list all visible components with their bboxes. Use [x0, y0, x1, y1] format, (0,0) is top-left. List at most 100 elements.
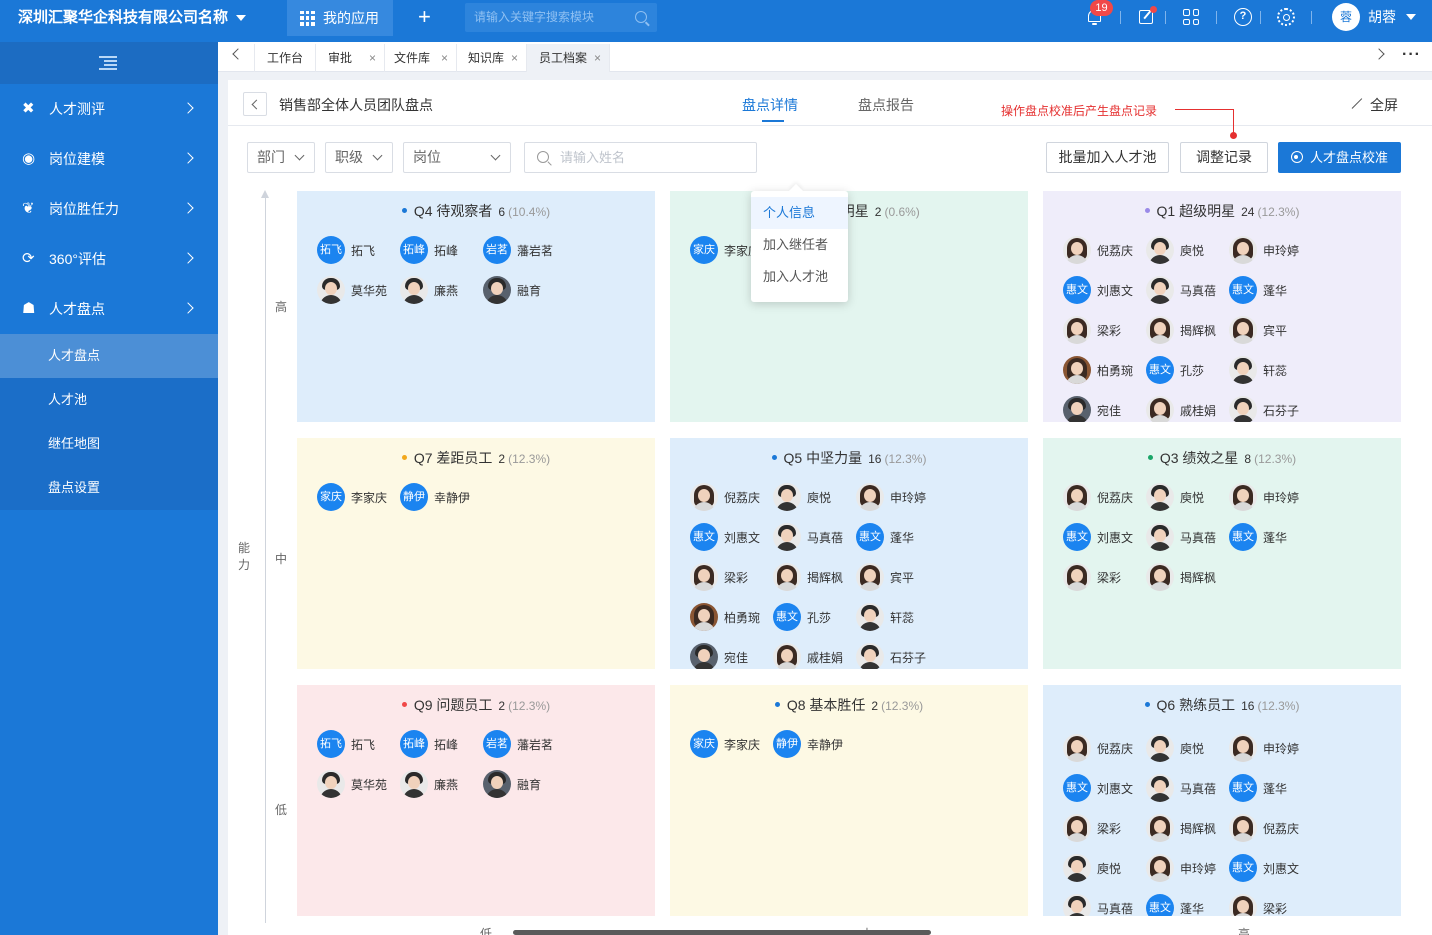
person-card[interactable]: 戚桂娟 [1146, 396, 1229, 422]
person-card[interactable]: 庾悦 [1146, 734, 1229, 762]
person-card[interactable]: 拓峰 拓峰 [400, 730, 483, 758]
tab-review-report[interactable]: 盘点报告 [858, 95, 914, 115]
horizontal-scrollbar[interactable] [513, 930, 931, 935]
person-card[interactable]: 廉燕 [400, 276, 483, 304]
person-card[interactable]: 申玲婷 [1229, 236, 1312, 264]
person-card[interactable]: 惠文 刘惠文 [690, 523, 773, 551]
tab-employee-files[interactable]: 员工档案 × [526, 44, 610, 72]
person-card[interactable]: 梁彩 [690, 563, 773, 591]
sidebar-toggle[interactable] [0, 42, 218, 84]
person-card[interactable]: 庾悦 [1146, 236, 1229, 264]
close-icon[interactable]: × [594, 44, 601, 72]
sidebar-subitem-review-settings[interactable]: 盘点设置 [0, 466, 218, 510]
person-card[interactable]: 马真蓓 [1146, 523, 1229, 551]
person-card[interactable]: 静伊幸静伊 [400, 483, 483, 511]
close-icon[interactable]: × [511, 44, 518, 72]
person-card[interactable]: 家庆 李家庆 [690, 730, 773, 758]
person-card[interactable]: 惠文 刘惠文 [1063, 774, 1146, 802]
person-card[interactable]: 庾悦 [1146, 483, 1229, 511]
person-card[interactable]: 轩蕊 [1229, 356, 1312, 384]
sidebar-subitem-succession-map[interactable]: 继任地图 [0, 422, 218, 466]
person-card[interactable]: 马真蓓 [1146, 276, 1229, 304]
tab-files[interactable]: 文件库 × [384, 44, 456, 72]
person-card[interactable]: 柏勇琬 [1063, 356, 1146, 384]
add-icon[interactable]: + [418, 5, 431, 29]
person-card[interactable]: 惠文 蓬华 [1146, 894, 1229, 916]
chevron-right-icon[interactable] [1373, 48, 1385, 60]
person-card[interactable]: 揭辉枫 [1146, 814, 1229, 842]
person-card[interactable]: 申玲婷 [856, 483, 939, 511]
apps-icon[interactable] [1182, 8, 1200, 26]
person-card[interactable]: 宛佳 [1063, 396, 1146, 422]
person-card[interactable]: 惠文 蓬华 [1229, 276, 1312, 304]
person-card[interactable]: 倪荔庆 [1063, 236, 1146, 264]
menu-item-personal-info[interactable]: 个人信息 [751, 197, 848, 229]
person-card[interactable]: 柏勇琬 [690, 603, 773, 631]
person-card[interactable]: 揭辉枫 [1146, 563, 1229, 591]
person-card[interactable]: 倪荔庆 [690, 483, 773, 511]
name-search-input[interactable]: 请输入姓名 [524, 142, 757, 173]
sidebar-subitem-talent-review[interactable]: 人才盘点 [0, 334, 218, 378]
person-card[interactable]: 倪荔庆 [1063, 734, 1146, 762]
avatar[interactable]: 蓉 [1332, 3, 1360, 31]
person-card[interactable]: 惠文 孔莎 [1146, 356, 1229, 384]
person-card[interactable]: 申玲婷 [1229, 734, 1312, 762]
person-card[interactable]: 拓飞 拓飞 [317, 236, 400, 264]
person-card[interactable]: 家庆 李家庆 [317, 483, 400, 511]
sidebar-item-360[interactable]: ⟳ 360°评估 [0, 234, 218, 284]
user-name[interactable]: 胡蓉 [1368, 0, 1396, 34]
person-card[interactable]: 马真蓓 [773, 523, 856, 551]
person-card[interactable]: 石芬子 [1229, 396, 1312, 422]
person-card[interactable]: 梁彩 [1063, 814, 1146, 842]
person-card[interactable]: 宾平 [1229, 316, 1312, 344]
person-card[interactable]: 申玲婷 [1229, 483, 1312, 511]
position-select[interactable]: 岗位 [403, 142, 511, 173]
person-card[interactable]: 惠文 刘惠文 [1229, 854, 1312, 882]
back-button[interactable] [243, 92, 267, 116]
person-card[interactable]: 融育 [483, 770, 566, 798]
sidebar-item-competency[interactable]: ❦ 岗位胜任力 [0, 184, 218, 234]
menu-item-add-talent-pool[interactable]: 加入人才池 [751, 261, 848, 293]
level-select[interactable]: 职级 [325, 142, 393, 173]
person-card[interactable]: 轩蕊 [856, 603, 939, 631]
person-card[interactable]: 惠文 刘惠文 [1063, 523, 1146, 551]
person-card[interactable]: 廉燕 [400, 770, 483, 798]
person-card[interactable]: 莫华苑 [317, 770, 400, 798]
person-card[interactable]: 戚桂娟 [773, 643, 856, 669]
person-card[interactable]: 揭辉枫 [773, 563, 856, 591]
sidebar-item-assessment[interactable]: ✖ 人才测评 [0, 84, 218, 134]
my-apps-button[interactable]: 我的应用 [287, 0, 393, 36]
person-card[interactable]: 惠文 蓬华 [1229, 523, 1312, 551]
company-switcher[interactable]: 深圳汇聚华企科技有限公司名称 [18, 0, 247, 36]
person-card[interactable]: 倪荔庆 [1063, 483, 1146, 511]
adjust-record-button[interactable]: 调整记录 [1180, 142, 1268, 173]
person-card[interactable]: 马真蓓 [1146, 774, 1229, 802]
gear-icon[interactable] [1277, 8, 1295, 26]
edit-icon[interactable] [1138, 6, 1157, 26]
person-card[interactable]: 岩茗 藩岩茗 [483, 730, 566, 758]
person-card[interactable]: 申玲婷 [1146, 854, 1229, 882]
close-icon[interactable]: × [369, 44, 376, 72]
chevron-left-icon[interactable] [232, 48, 244, 60]
batch-add-pool-button[interactable]: 批量加入人才池 [1046, 142, 1169, 173]
person-card[interactable]: 宾平 [856, 563, 939, 591]
fullscreen-button[interactable]: 全屏 [1370, 95, 1398, 115]
sidebar-item-modeling[interactable]: ◉ 岗位建模 [0, 134, 218, 184]
person-card[interactable]: 揭辉枫 [1146, 316, 1229, 344]
tab-workbench[interactable]: 工作台 [254, 44, 315, 72]
person-card[interactable]: 马真蓓 [1063, 894, 1146, 916]
menu-item-add-successor[interactable]: 加入继任者 [751, 229, 848, 261]
person-card[interactable]: 莫华苑 [317, 276, 400, 304]
person-card[interactable]: 静伊幸静伊 [773, 730, 856, 758]
module-search-input[interactable]: 请输入关键字搜索模块 [465, 3, 657, 32]
tab-approval[interactable]: 审批 × [315, 44, 384, 72]
person-card[interactable]: 岩茗 藩岩茗 [483, 236, 566, 264]
person-card[interactable]: 宛佳 [690, 643, 773, 669]
person-card[interactable]: 倪荔庆 [1229, 814, 1312, 842]
person-card[interactable]: 庾悦 [1063, 854, 1146, 882]
help-icon[interactable]: ? [1234, 8, 1252, 26]
person-card[interactable]: 惠文 刘惠文 [1063, 276, 1146, 304]
close-icon[interactable]: × [441, 44, 448, 72]
person-card[interactable]: 拓飞 拓飞 [317, 730, 400, 758]
fullscreen-icon[interactable] [1350, 98, 1362, 110]
